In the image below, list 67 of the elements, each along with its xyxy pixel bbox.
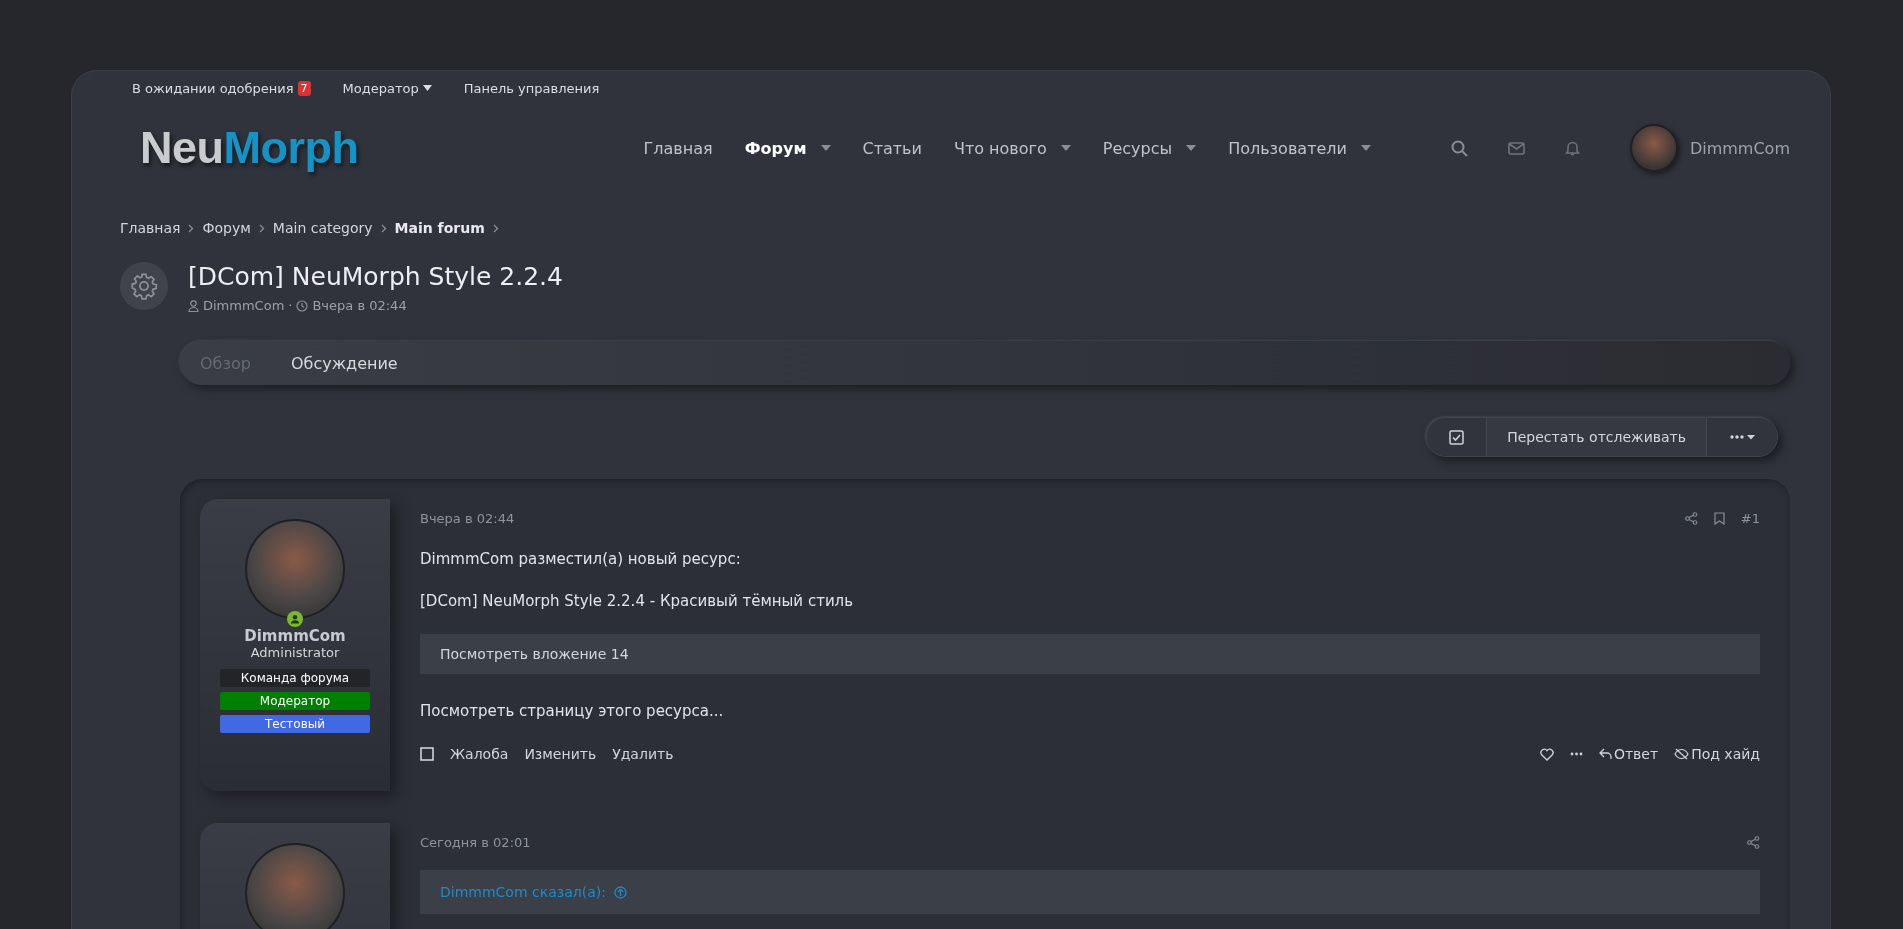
count-badge: 7 — [297, 80, 311, 96]
author-link[interactable]: DimmmCom — [203, 298, 285, 313]
post-action-link[interactable]: Под хайд — [1674, 746, 1760, 762]
caret-icon[interactable] — [1186, 145, 1197, 151]
caret-icon[interactable] — [1360, 145, 1371, 151]
user-banner: Команда форума — [220, 669, 370, 687]
nav-tab[interactable]: Главная — [643, 138, 713, 158]
date-link[interactable]: Вчера в 02:44 — [312, 298, 407, 313]
chevron-icon — [380, 223, 387, 233]
breadcrumb-link[interactable]: Main forum — [394, 220, 485, 236]
top-link[interactable]: В ожидании одобрения 7 — [132, 78, 311, 98]
username-link[interactable]: DimmmCom — [244, 627, 346, 645]
user-icon — [188, 299, 199, 312]
unwatch-button[interactable]: Перестать отслеживать — [1486, 418, 1707, 456]
dots-caret-icon — [1729, 434, 1755, 440]
nav-tab[interactable]: Что нового — [953, 138, 1047, 158]
bell-icon[interactable] — [1564, 140, 1580, 156]
user-title: Administrator — [250, 645, 340, 660]
chevron-icon — [188, 223, 195, 233]
nav-tab[interactable]: Ресурсы — [1102, 138, 1173, 158]
separator-dot: · — [288, 298, 293, 313]
avatar-placeholder[interactable] — [1629, 124, 1678, 172]
caret-icon[interactable] — [820, 145, 831, 151]
share-icon[interactable] — [1684, 512, 1698, 525]
user-banner: Модератор — [220, 692, 370, 710]
arrow-up-icon[interactable] — [613, 885, 627, 899]
top-link[interactable]: Панель управления — [463, 78, 600, 98]
breadcrumb-link[interactable]: Main category — [272, 220, 373, 236]
thread-title: [DCom] NeuMorph Style 2.2.4 — [188, 262, 563, 292]
multi-select-button[interactable] — [1427, 418, 1487, 456]
post-text: DimmmCom разместил(а) новый ресурс: — [420, 550, 742, 568]
user-banner: Тестовый — [220, 715, 370, 733]
share-icon[interactable] — [1747, 836, 1760, 849]
heart-icon[interactable] — [1539, 747, 1554, 761]
resource-link[interactable]: Посмотреть страницу этого ресурса... — [420, 702, 1760, 720]
chevron-icon — [492, 223, 499, 233]
tab[interactable]: Обсуждение — [290, 353, 398, 373]
envelope-icon[interactable] — [1507, 141, 1525, 155]
nav-tab[interactable]: Форум — [744, 138, 807, 158]
clock-icon — [296, 299, 309, 312]
post-action-link[interactable]: Ответ — [1598, 746, 1659, 762]
breadcrumb-link[interactable]: Форум — [202, 220, 251, 236]
attachment-link[interactable]: Посмотреть вложение 14 — [420, 634, 1760, 674]
more-menu-button[interactable] — [1707, 418, 1777, 456]
breadcrumb-link[interactable]: Главная — [120, 220, 181, 236]
settings-icon — [120, 262, 168, 310]
site-logo[interactable]: NeuMorph — [140, 122, 359, 174]
tick-square-icon — [1449, 429, 1465, 445]
search-icon[interactable] — [1450, 139, 1468, 157]
post-date[interactable]: Вчера в 02:44 — [420, 511, 515, 526]
chevron-icon — [258, 223, 265, 233]
username-link[interactable]: DimmmCom — [1689, 138, 1790, 158]
caret-icon[interactable] — [1060, 145, 1071, 151]
nav-tab[interactable]: Пользователи — [1228, 138, 1347, 158]
reply-icon — [1598, 748, 1612, 760]
post-action-link[interactable]: Изменить — [524, 746, 597, 762]
post-action-link[interactable]: Жалоба — [450, 746, 509, 762]
eye-slash-icon — [1674, 748, 1690, 760]
more-icon[interactable] — [1569, 752, 1583, 756]
post-number[interactable]: #1 — [1740, 511, 1760, 526]
top-link[interactable]: Модератор — [342, 78, 432, 98]
nav-tab[interactable]: Статьи — [862, 138, 922, 158]
bookmark-icon[interactable] — [1713, 512, 1725, 525]
post-action-link[interactable]: Удалить — [612, 746, 674, 762]
post-date[interactable]: Сегодня в 02:01 — [420, 835, 531, 850]
checkbox-icon[interactable] — [420, 747, 434, 761]
post-text: [DCom] NeuMorph Style 2.2.4 - Красивый тёмный стиль — [420, 592, 855, 610]
